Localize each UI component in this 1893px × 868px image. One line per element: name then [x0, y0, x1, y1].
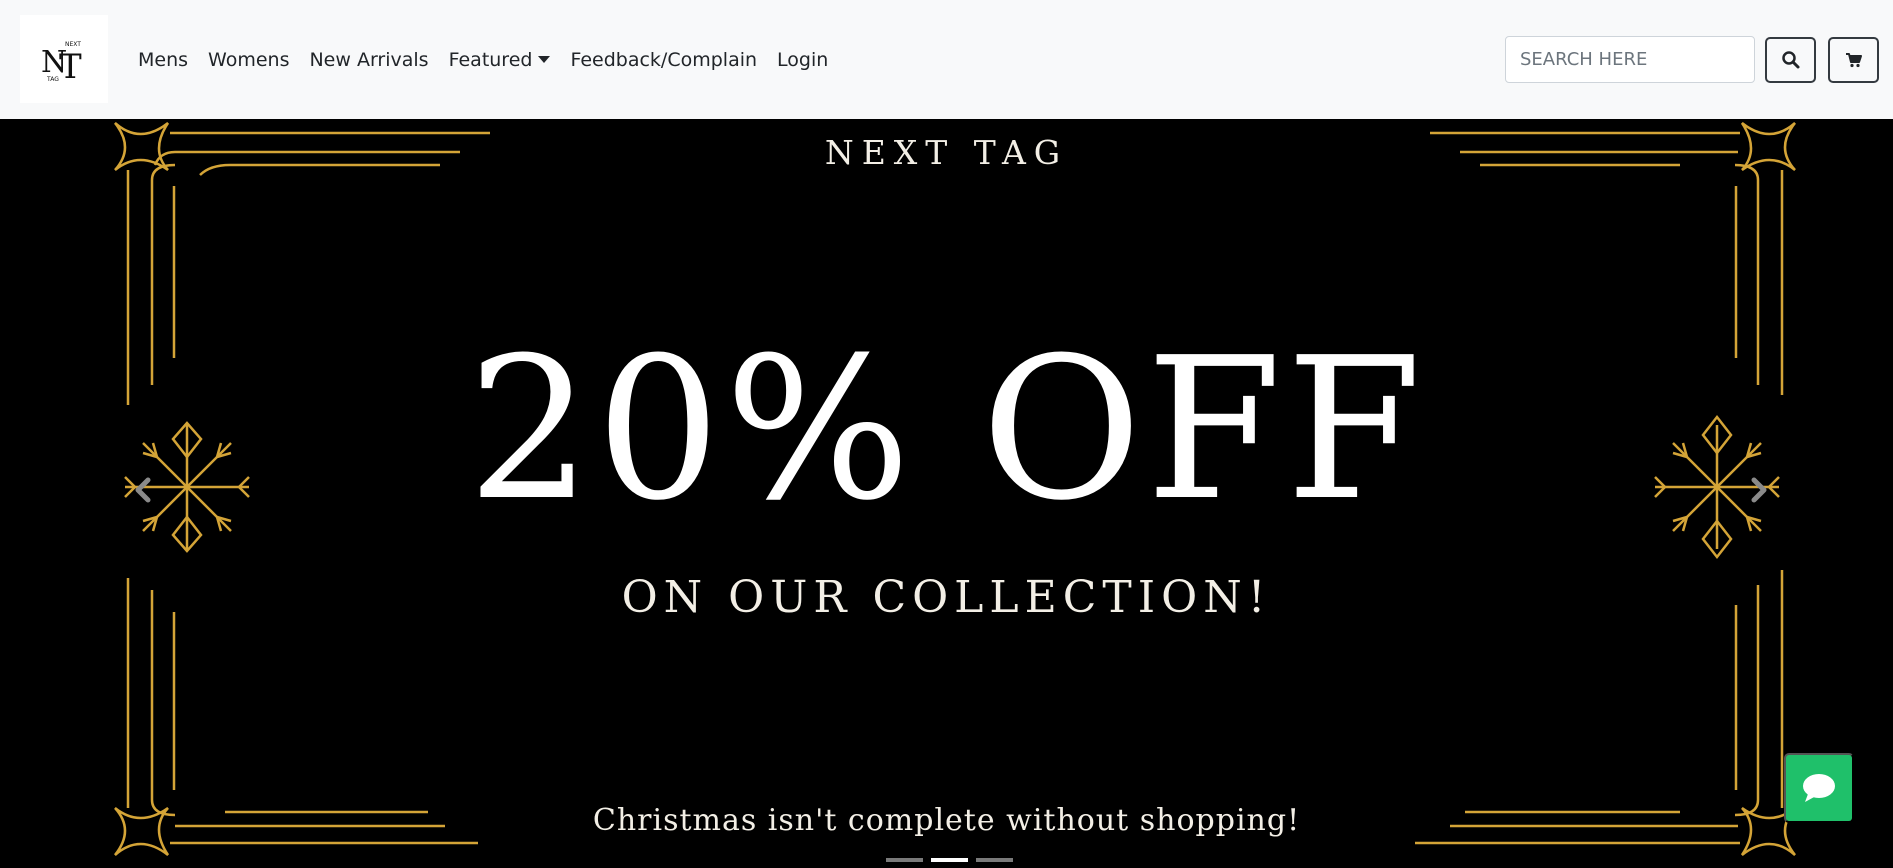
nav-link-label: Featured [448, 48, 533, 71]
nav-link-label: Mens [138, 48, 189, 71]
hero-headline: 20% OFF [467, 316, 1426, 544]
carousel-indicator-active[interactable] [931, 858, 968, 862]
nav-link-label: New Arrivals [309, 48, 429, 71]
carousel-indicator[interactable] [886, 858, 923, 862]
hero-tagline: Christmas isn't complete without shoppin… [592, 803, 1301, 838]
nav-link-womens[interactable]: Womens [198, 49, 299, 71]
nav-link-label: Login [777, 48, 829, 71]
hero-brand-title: NEXT TAG [824, 133, 1069, 172]
cart-icon [1845, 53, 1862, 68]
carousel-indicator[interactable] [976, 858, 1013, 862]
chat-button[interactable] [1784, 753, 1854, 823]
nav-link-feedback[interactable]: Feedback/Complain [560, 49, 767, 71]
top-navbar: N T NEXT TAG Mens Womens New Arrivals Fe… [0, 0, 1893, 119]
nav-link-mens[interactable]: Mens [128, 49, 198, 71]
nav-links: Mens Womens New Arrivals Featured Feedba… [128, 0, 838, 119]
logo-mark: N T NEXT TAG [41, 41, 82, 84]
svg-text:T: T [59, 47, 82, 84]
carousel-next-button[interactable] [1738, 470, 1778, 510]
chat-bubble-icon [1803, 774, 1835, 802]
chevron-left-icon [135, 477, 151, 503]
hero-carousel: NEXT TAG 20% OFF ON OUR COLLECTION! Chri… [0, 119, 1893, 868]
nav-link-label: Feedback/Complain [570, 48, 758, 71]
hero-subheadline: ON OUR COLLECTION! [621, 572, 1272, 623]
carousel-indicators [886, 858, 1013, 862]
logo-word-top: NEXT [65, 41, 81, 48]
nav-link-login[interactable]: Login [767, 49, 838, 71]
caret-down-icon [538, 56, 551, 63]
search-input[interactable] [1505, 36, 1755, 83]
brand-logo[interactable]: N T NEXT TAG [20, 15, 108, 103]
carousel-prev-button[interactable] [124, 470, 164, 510]
chevron-right-icon [1751, 477, 1767, 503]
logo-word-bottom: TAG [46, 76, 59, 83]
nav-dropdown-featured[interactable]: Featured [439, 49, 561, 71]
nav-link-label: Womens [208, 48, 290, 71]
cart-button[interactable] [1828, 37, 1879, 83]
nav-link-new-arrivals[interactable]: New Arrivals [299, 49, 438, 71]
search-button[interactable] [1765, 37, 1816, 83]
search-icon [1781, 51, 1799, 69]
